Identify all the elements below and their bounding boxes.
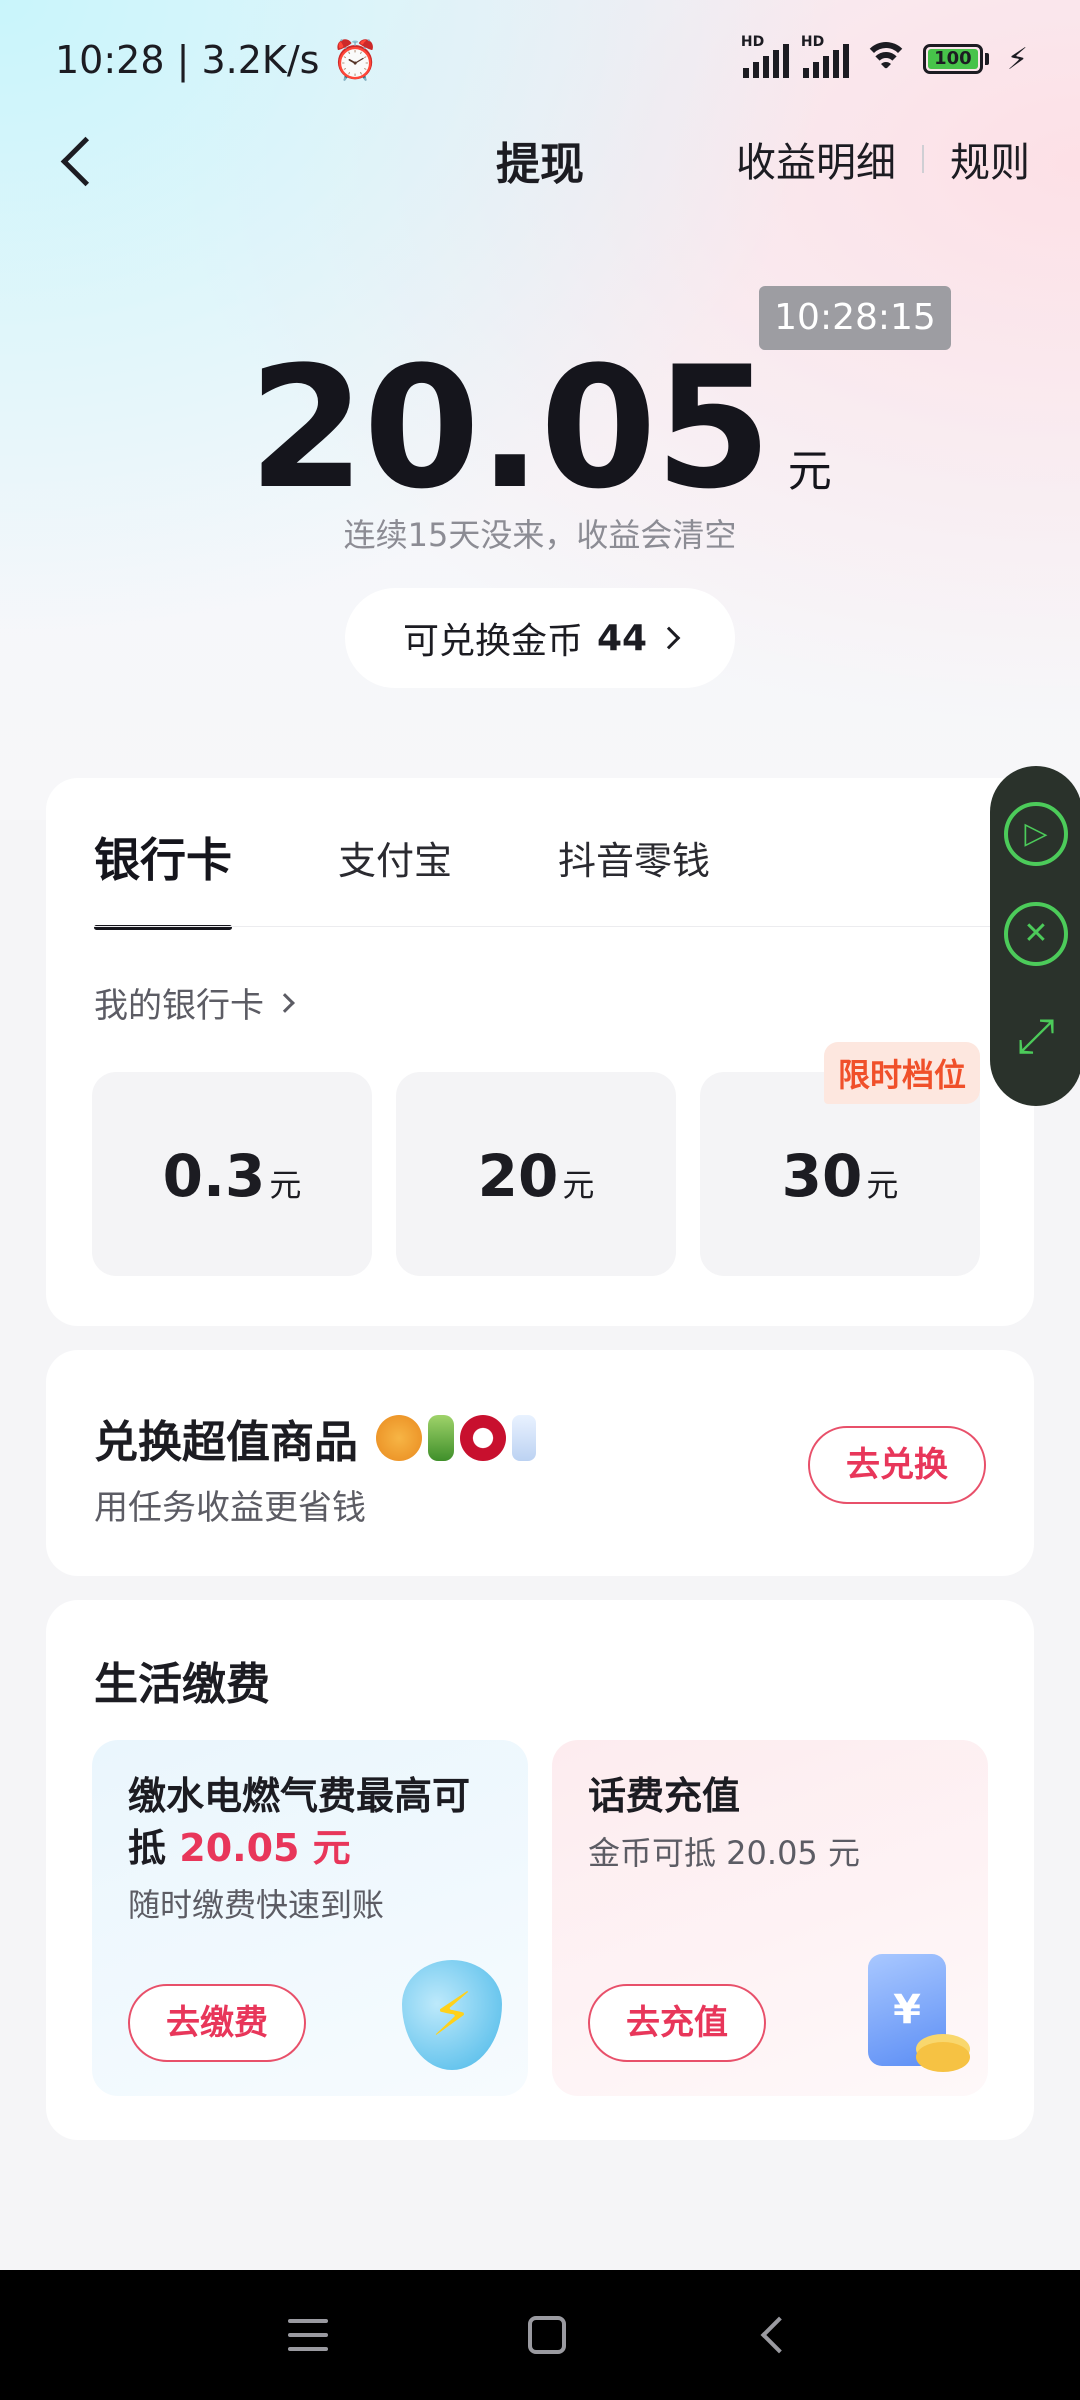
menu-icon[interactable] xyxy=(288,2319,328,2351)
home-icon[interactable] xyxy=(528,2316,566,2354)
my-bank-card-link[interactable]: 我的银行卡 xyxy=(94,978,295,1027)
status-indicators: HD HD 100 ⚡ xyxy=(741,34,1028,78)
signal-icon: HD xyxy=(801,34,849,78)
exchange-subtitle: 用任务收益更省钱 xyxy=(94,1488,366,1528)
exchange-title: 兑换超值商品 xyxy=(94,1417,358,1468)
utility-title-amount: 20.05 元 xyxy=(179,1826,351,1870)
withdraw-method-tabs: 银行卡 支付宝 抖音零钱 xyxy=(94,830,816,930)
exchange-goods-card: 兑换超值商品 用任务收益更省钱 去兑换 xyxy=(46,1350,1034,1576)
go-recharge-button[interactable]: 去充值 xyxy=(588,1984,766,2062)
withdraw-card: 银行卡 支付宝 抖音零钱 我的银行卡 0.3 元 20 元 限时档位 30 元 xyxy=(46,778,1034,1326)
balance-amount: 20.05 xyxy=(248,330,771,526)
phone-title: 话费充值 xyxy=(588,1774,741,1818)
amount-options: 0.3 元 20 元 限时档位 30 元 xyxy=(92,1042,980,1276)
life-payment-card: 生活缴费 缴水电燃气费最高可抵 20.05 元 随时缴费快速到账 去缴费 ⚡ 话… xyxy=(46,1600,1034,2140)
exchange-title-row: 兑换超值商品 xyxy=(94,1406,536,1470)
product-thumbnails xyxy=(376,1415,536,1461)
balance-display: 20.05 元 xyxy=(0,330,1080,526)
close-icon[interactable]: ✕ xyxy=(1004,902,1068,966)
life-payment-title: 生活缴费 xyxy=(94,1659,270,1710)
amount-option[interactable]: 0.3 元 xyxy=(92,1072,372,1276)
balance-unit: 元 xyxy=(787,446,832,497)
amount-value: 20 xyxy=(477,1142,559,1210)
coin-stack-icon xyxy=(916,2042,970,2072)
balance-note: 连续15天没来，收益会清空 xyxy=(343,516,737,554)
status-bar: 10:28 | 3.2K/s ⏰ HD HD 100 ⚡ xyxy=(0,0,1080,120)
signal-hd-label: HD xyxy=(800,34,825,50)
wifi-icon xyxy=(862,40,909,78)
status-time-speed: 10:28 | 3.2K/s ⏰ xyxy=(55,38,379,83)
amount-option[interactable]: 限时档位 30 元 xyxy=(700,1042,980,1276)
amount-option[interactable]: 20 元 xyxy=(396,1072,676,1276)
play-icon[interactable]: ▷ xyxy=(1004,802,1068,866)
system-navigation-bar xyxy=(0,2270,1080,2400)
tab-bank-card[interactable]: 银行卡 xyxy=(94,824,232,930)
limited-time-badge: 限时档位 xyxy=(823,1042,980,1104)
signal-icon: HD xyxy=(741,34,789,78)
toothpaste-icon xyxy=(512,1415,536,1461)
alarm-icon: ⏰ xyxy=(331,38,379,82)
phone-recharge-icon: ¥ xyxy=(868,1954,970,2072)
go-pay-bills-button[interactable]: 去缴费 xyxy=(128,1984,306,2062)
coins-label: 可兑换金币 xyxy=(402,621,583,662)
amount-value: 0.3 xyxy=(162,1142,266,1210)
drink-bottle-icon xyxy=(428,1415,454,1461)
phone-recharge-card[interactable]: 话费充值 金币可抵 20.05 元 去充值 ¥ xyxy=(552,1740,988,2096)
amount-unit: 元 xyxy=(269,1166,302,1204)
go-exchange-button[interactable]: 去兑换 xyxy=(808,1426,986,1504)
signal-hd-label: HD xyxy=(740,34,765,50)
my-bank-card-label: 我的银行卡 xyxy=(94,986,264,1026)
expand-icon[interactable]: ⤢ xyxy=(1004,1004,1068,1068)
exchangeable-coins-button[interactable]: 可兑换金币 44 xyxy=(345,588,735,688)
charging-icon: ⚡ xyxy=(1006,41,1028,77)
coins-value: 44 xyxy=(596,617,648,659)
lightning-drop-icon: ⚡ xyxy=(402,1960,502,2070)
status-time-text: 10:28 | 3.2K/s xyxy=(55,38,320,82)
back-icon[interactable] xyxy=(760,2316,798,2354)
phone-desc: 金币可抵 20.05 元 xyxy=(588,1834,860,1872)
amount-unit: 元 xyxy=(562,1166,595,1204)
rules-link[interactable]: 规则 xyxy=(950,130,1030,188)
tab-douyin-wallet[interactable]: 抖音零钱 xyxy=(558,830,710,930)
battery-level: 100 xyxy=(927,49,978,69)
tabs-divider xyxy=(94,926,998,927)
floating-widget: ▷ ✕ ⤢ xyxy=(990,766,1080,1106)
chevron-right-icon xyxy=(657,626,681,650)
amount-value: 30 xyxy=(781,1142,863,1210)
utility-title: 缴水电燃气费最高可抵 20.05 元 xyxy=(128,1770,498,1874)
earnings-detail-link[interactable]: 收益明细 xyxy=(736,130,896,188)
chevron-right-icon xyxy=(275,992,295,1013)
battery-icon: 100 xyxy=(922,44,989,74)
tab-alipay[interactable]: 支付宝 xyxy=(338,830,452,930)
kfc-logo-icon xyxy=(460,1415,506,1461)
header-divider xyxy=(922,145,924,173)
utility-desc: 随时缴费快速到账 xyxy=(128,1886,385,1924)
utility-payment-card[interactable]: 缴水电燃气费最高可抵 20.05 元 随时缴费快速到账 去缴费 ⚡ xyxy=(92,1740,528,2096)
amount-unit: 元 xyxy=(866,1166,899,1204)
snack-icon xyxy=(376,1415,422,1461)
header-links: 收益明细 规则 xyxy=(736,130,1030,188)
